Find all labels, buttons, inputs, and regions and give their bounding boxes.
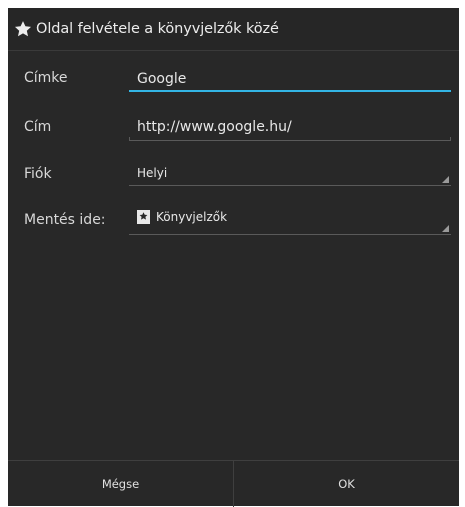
- save-to-spinner[interactable]: Könyvjelzők: [129, 204, 451, 240]
- label-input[interactable]: Google: [129, 64, 451, 98]
- address-input-underline: [129, 140, 451, 141]
- account-field-label: Fiók: [24, 166, 52, 182]
- cancel-button[interactable]: Mégse: [8, 461, 233, 507]
- address-input[interactable]: http://www.google.hu/: [129, 112, 451, 146]
- save-to-spinner-underline: [129, 234, 451, 235]
- account-spinner-underline: [129, 185, 451, 186]
- address-underline-right-edge: [450, 137, 451, 141]
- label-field-label: Címke: [24, 70, 68, 86]
- save-to-spinner-label: Könyvjelzők: [156, 210, 228, 224]
- label-row: Címke Google: [8, 64, 459, 98]
- dialog-titlebar: Oldal felvétele a könyvjelzők közé: [8, 8, 459, 51]
- label-input-underline: [129, 90, 451, 92]
- address-underline-left-edge: [129, 137, 130, 141]
- account-row: Fiók Helyi: [8, 158, 459, 192]
- dialog-button-bar: Mégse OK: [8, 460, 459, 507]
- account-spinner-value: Helyi: [137, 166, 168, 180]
- save-to-spinner-value: Könyvjelzők: [137, 210, 227, 224]
- dropdown-arrow-icon: [442, 176, 449, 183]
- save-to-field-label: Mentés ide:: [24, 212, 106, 228]
- dropdown-arrow-icon: [442, 225, 449, 232]
- address-field-label: Cím: [24, 119, 52, 135]
- bookmark-icon: [137, 210, 150, 224]
- account-spinner[interactable]: Helyi: [129, 158, 451, 192]
- ok-button[interactable]: OK: [234, 461, 459, 507]
- save-to-row: Mentés ide: Könyvjelzők: [8, 204, 459, 240]
- add-bookmark-dialog: Oldal felvétele a könyvjelzők közé Címke…: [8, 8, 459, 507]
- address-row: Cím http://www.google.hu/: [8, 112, 459, 146]
- address-input-value: http://www.google.hu/: [137, 119, 292, 135]
- label-input-value: Google: [137, 71, 187, 87]
- star-icon: [14, 20, 32, 38]
- dialog-title: Oldal felvétele a könyvjelzők közé: [36, 21, 279, 37]
